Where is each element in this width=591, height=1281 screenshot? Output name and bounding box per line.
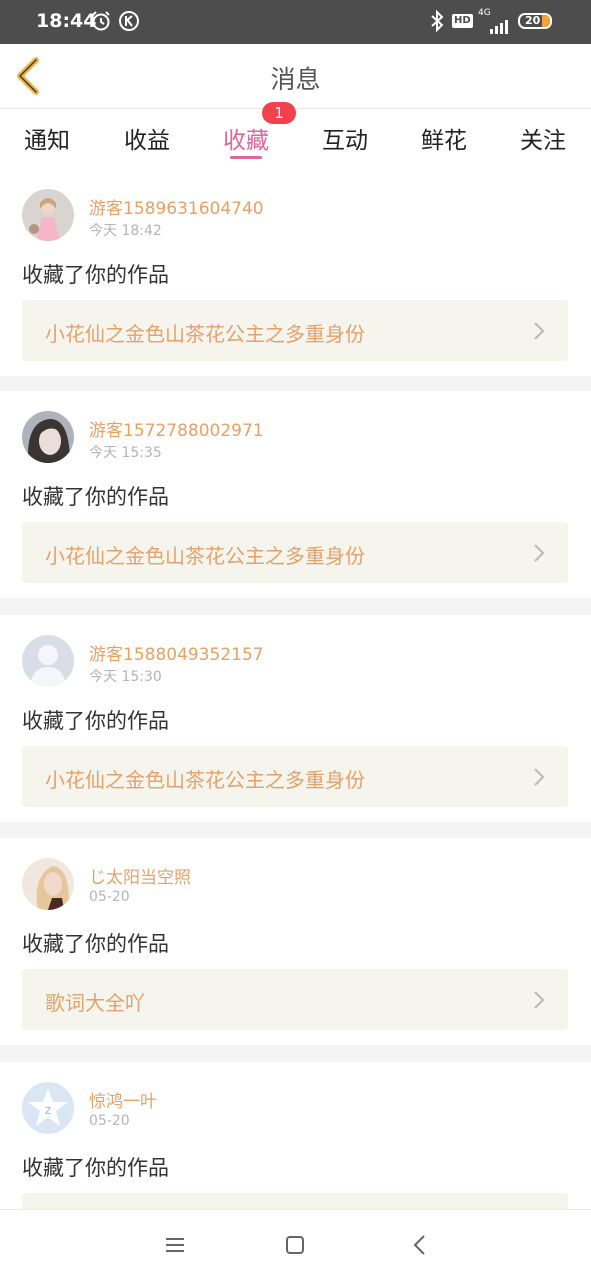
username[interactable]: 游客1589631604740 (89, 194, 264, 219)
work-link[interactable] (22, 1193, 568, 1209)
svg-text:z: z (45, 1103, 51, 1117)
username[interactable]: 游客1572788002971 (89, 416, 264, 441)
favorites-badge: 1 (262, 102, 296, 124)
work-title: 小花仙之金色山茶花公主之多重身份 (45, 544, 365, 568)
chevron-right-icon (534, 768, 545, 786)
header: 消息 (0, 44, 591, 109)
message-time: 05-20 (89, 1113, 130, 1129)
avatar[interactable] (22, 411, 74, 463)
home-square-icon (286, 1236, 304, 1254)
username[interactable]: 游客1588049352157 (89, 640, 264, 665)
message-time: 05-20 (89, 889, 130, 905)
signal-icon: 4G (478, 6, 512, 36)
chevron-right-icon (534, 991, 545, 1009)
alarm-icon (90, 9, 112, 33)
tab-bar: 通知 收益 收藏 互动 鲜花 关注 (0, 109, 591, 169)
tab-favorites[interactable]: 收藏 (223, 121, 269, 155)
avatar[interactable] (22, 858, 74, 910)
message-time: 今天 15:35 (89, 445, 162, 461)
active-tab-indicator (230, 156, 262, 159)
work-title: 小花仙之金色山茶花公主之多重身份 (45, 322, 365, 346)
work-title: 歌词大全吖 (45, 991, 145, 1015)
action-text: 收藏了你的作品 (22, 1156, 169, 1180)
tab-flowers[interactable]: 鲜花 (421, 121, 467, 155)
back-triangle-icon (413, 1235, 425, 1255)
work-link[interactable]: 小花仙之金色山茶花公主之多重身份 (22, 300, 568, 361)
tab-interaction[interactable]: 互动 (322, 121, 368, 155)
action-text: 收藏了你的作品 (22, 485, 169, 509)
battery-icon: 20 (518, 9, 552, 33)
message-card: 游客1588049352157 今天 15:30 收藏了你的作品 小花仙之金色山… (0, 615, 591, 822)
work-title: 小花仙之金色山茶花公主之多重身份 (45, 768, 365, 792)
work-link[interactable]: 歌词大全吖 (22, 969, 568, 1030)
chevron-right-icon (534, 322, 545, 340)
hd-label: HD (452, 14, 473, 28)
message-time: 今天 18:42 (89, 223, 162, 239)
message-list[interactable]: 游客1589631604740 今天 18:42 收藏了你的作品 小花仙之金色山… (0, 169, 591, 1209)
system-nav-bar (0, 1209, 591, 1281)
menu-icon (166, 1238, 184, 1252)
hd-icon: HD (452, 9, 473, 33)
page-title: 消息 (270, 65, 321, 94)
action-text: 收藏了你的作品 (22, 932, 169, 956)
network-type: 4G (478, 8, 491, 18)
action-text: 收藏了你的作品 (22, 263, 169, 287)
work-link[interactable]: 小花仙之金色山茶花公主之多重身份 (22, 522, 568, 583)
message-card: z 惊鸿一叶 05-20 收藏了你的作品 (0, 1062, 591, 1209)
home-button[interactable] (280, 1232, 310, 1258)
tab-notifications[interactable]: 通知 (24, 121, 70, 155)
battery-level: 20 (525, 14, 541, 27)
avatar[interactable] (22, 189, 74, 241)
avatar[interactable]: z (22, 1082, 74, 1134)
username[interactable]: じ太阳当空照 (89, 863, 191, 888)
menu-button[interactable] (160, 1232, 190, 1258)
bluetooth-icon (430, 9, 444, 33)
k-app-icon (118, 9, 140, 33)
avatar[interactable] (22, 635, 74, 687)
action-text: 收藏了你的作品 (22, 709, 169, 733)
message-time: 今天 15:30 (89, 669, 162, 685)
back-nav-button[interactable] (405, 1232, 435, 1258)
message-card: じ太阳当空照 05-20 收藏了你的作品 歌词大全吖 (0, 838, 591, 1045)
chevron-right-icon (534, 544, 545, 562)
username[interactable]: 惊鸿一叶 (89, 1087, 157, 1112)
tab-earnings[interactable]: 收益 (124, 121, 170, 155)
status-time: 18:44 (36, 10, 97, 32)
message-card: 游客1572788002971 今天 15:35 收藏了你的作品 小花仙之金色山… (0, 391, 591, 598)
status-bar: 18:44 HD 4G 20 (0, 0, 591, 44)
message-card: 游客1589631604740 今天 18:42 收藏了你的作品 小花仙之金色山… (0, 169, 591, 376)
tab-follow[interactable]: 关注 (520, 121, 566, 155)
work-link[interactable]: 小花仙之金色山茶花公主之多重身份 (22, 746, 568, 807)
